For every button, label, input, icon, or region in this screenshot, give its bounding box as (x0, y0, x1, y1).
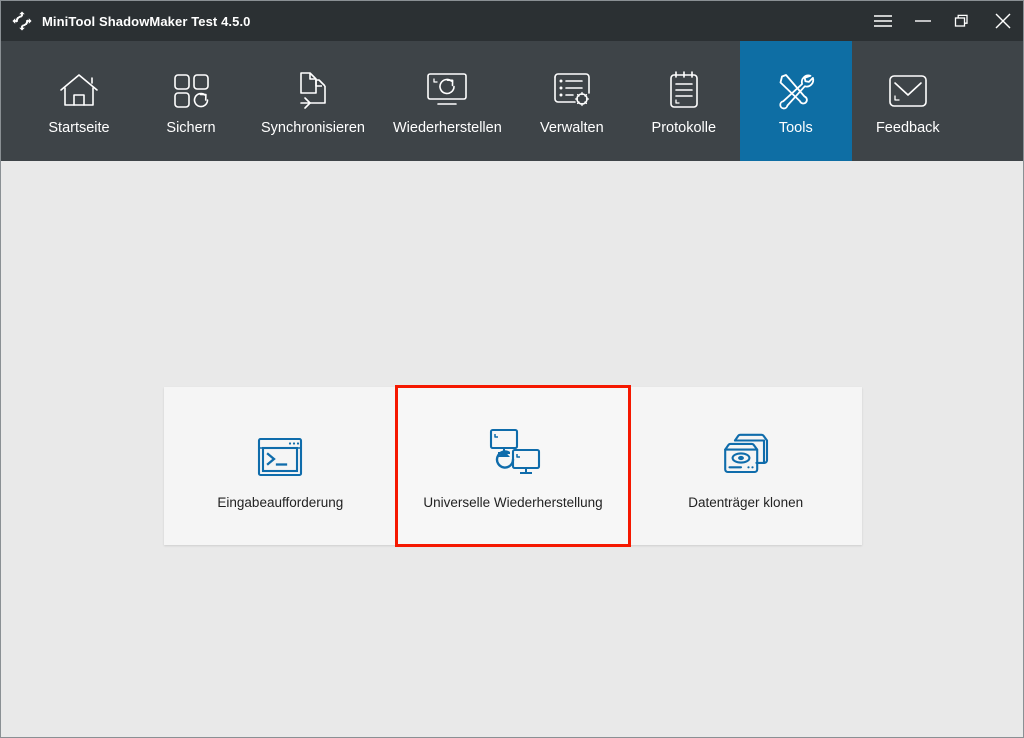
nav-item-feedback[interactable]: Feedback (852, 41, 964, 161)
nav-label: Tools (778, 119, 813, 136)
nav-item-verwalten[interactable]: Verwalten (516, 41, 628, 161)
nav-label: Protokolle (651, 119, 717, 136)
nav-label: Wiederherstellen (392, 119, 502, 136)
refresh-arrows-logo-icon (11, 10, 33, 32)
window-title: MiniTool ShadowMaker Test 4.5.0 (42, 13, 251, 29)
restore-monitor-icon (425, 67, 469, 115)
nav-item-wiederherstellen[interactable]: Wiederherstellen (379, 41, 516, 161)
restore-button[interactable] (943, 1, 983, 41)
tool-card-label: Universelle Wiederherstellung (423, 495, 603, 511)
nav-item-synchronisieren[interactable]: Synchronisieren (247, 41, 379, 161)
clone-disk-icon (719, 422, 773, 478)
tool-card-eingabeaufforderung[interactable]: Eingabeaufforderung (164, 387, 397, 545)
nav-item-protokolle[interactable]: Protokolle (628, 41, 740, 161)
sync-files-icon (293, 67, 333, 115)
restore-window-icon (954, 13, 972, 29)
manage-list-gear-icon (551, 67, 593, 115)
main-navigation: Startseite Sichern Synchronisieren Wiede… (1, 41, 1023, 161)
close-button[interactable] (983, 1, 1023, 41)
nav-item-sichern[interactable]: Sichern (135, 41, 247, 161)
tools-wrench-screwdriver-icon (775, 67, 817, 115)
tool-card-datentraeger-klonen[interactable]: Datenträger klonen (629, 387, 863, 545)
content-area: Eingabeaufforderung Universelle Wiederhe… (1, 161, 1023, 737)
command-prompt-icon (257, 422, 303, 478)
tool-card-label: Datenträger klonen (688, 495, 804, 511)
nav-label: Sichern (166, 119, 216, 136)
nav-label: Feedback (875, 119, 940, 136)
close-icon (994, 12, 1012, 30)
hamburger-menu-icon (873, 13, 893, 29)
tools-card-row: Eingabeaufforderung Universelle Wiederhe… (164, 385, 863, 547)
application-window: MiniTool ShadowMaker Test 4.5.0 Startsei… (0, 0, 1024, 738)
menu-button[interactable] (863, 1, 903, 41)
nav-label: Synchronisieren (261, 119, 365, 136)
tool-card-label: Eingabeaufforderung (217, 495, 344, 511)
backup-squares-icon (171, 67, 211, 115)
logs-clipboard-icon (666, 67, 702, 115)
title-bar: MiniTool ShadowMaker Test 4.5.0 (1, 1, 1023, 41)
minimize-button[interactable] (903, 1, 943, 41)
minimize-icon (914, 13, 932, 29)
nav-label: Startseite (48, 119, 110, 136)
nav-item-startseite[interactable]: Startseite (23, 41, 135, 161)
nav-item-tools[interactable]: Tools (739, 41, 852, 161)
universal-restore-icon (485, 422, 541, 478)
nav-label: Verwalten (539, 119, 604, 136)
tool-card-universelle-wiederherstellung[interactable]: Universelle Wiederherstellung (394, 385, 632, 547)
home-icon (58, 67, 100, 115)
envelope-icon (886, 67, 930, 115)
